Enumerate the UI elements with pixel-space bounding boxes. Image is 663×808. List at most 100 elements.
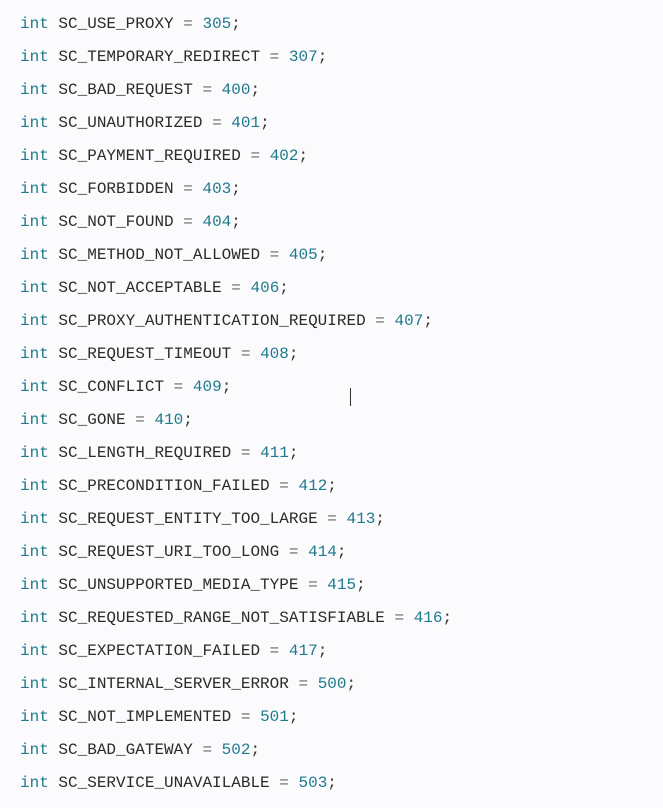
constant-identifier: SC_USE_PROXY [58, 15, 173, 33]
numeric-literal: 412 [298, 477, 327, 495]
code-line[interactable]: int SC_PAYMENT_REQUIRED = 402; [20, 140, 643, 173]
constant-identifier: SC_EXPECTATION_FAILED [58, 642, 260, 660]
code-line[interactable]: int SC_PROXY_AUTHENTICATION_REQUIRED = 4… [20, 305, 643, 338]
numeric-literal: 501 [260, 708, 289, 726]
numeric-literal: 413 [347, 510, 376, 528]
type-keyword: int [20, 609, 49, 627]
constant-identifier: SC_PRECONDITION_FAILED [58, 477, 269, 495]
constant-identifier: SC_LENGTH_REQUIRED [58, 444, 231, 462]
type-keyword: int [20, 675, 49, 693]
semicolon: ; [250, 741, 260, 759]
semicolon: ; [289, 444, 299, 462]
type-keyword: int [20, 510, 49, 528]
assignment-operator: = [270, 642, 280, 660]
code-line[interactable]: int SC_REQUEST_TIMEOUT = 408; [20, 338, 643, 371]
semicolon: ; [327, 774, 337, 792]
code-line[interactable]: int SC_INTERNAL_SERVER_ERROR = 500; [20, 668, 643, 701]
semicolon: ; [289, 708, 299, 726]
code-line[interactable]: int SC_FORBIDDEN = 403; [20, 173, 643, 206]
constant-identifier: SC_INTERNAL_SERVER_ERROR [58, 675, 288, 693]
code-line[interactable]: int SC_UNAUTHORIZED = 401; [20, 107, 643, 140]
code-line[interactable]: int SC_METHOD_NOT_ALLOWED = 405; [20, 239, 643, 272]
constant-identifier: SC_REQUEST_ENTITY_TOO_LARGE [58, 510, 317, 528]
type-keyword: int [20, 708, 49, 726]
semicolon: ; [289, 345, 299, 363]
code-line[interactable]: int SC_USE_PROXY = 305; [20, 8, 643, 41]
assignment-operator: = [241, 708, 251, 726]
constant-identifier: SC_SERVICE_UNAVAILABLE [58, 774, 269, 792]
numeric-literal: 408 [260, 345, 289, 363]
semicolon: ; [327, 477, 337, 495]
code-line[interactable]: int SC_TEMPORARY_REDIRECT = 307; [20, 41, 643, 74]
code-line[interactable]: int SC_PRECONDITION_FAILED = 412; [20, 470, 643, 503]
constant-identifier: SC_REQUEST_URI_TOO_LONG [58, 543, 279, 561]
code-line[interactable]: int SC_REQUEST_URI_TOO_LONG = 414; [20, 536, 643, 569]
assignment-operator: = [202, 81, 212, 99]
semicolon: ; [337, 543, 347, 561]
assignment-operator: = [183, 15, 193, 33]
numeric-literal: 415 [327, 576, 356, 594]
numeric-literal: 503 [298, 774, 327, 792]
type-keyword: int [20, 48, 49, 66]
assignment-operator: = [183, 213, 193, 231]
type-keyword: int [20, 279, 49, 297]
numeric-literal: 410 [154, 411, 183, 429]
constant-identifier: SC_REQUEST_TIMEOUT [58, 345, 231, 363]
semicolon: ; [231, 180, 241, 198]
type-keyword: int [20, 213, 49, 231]
code-line[interactable]: int SC_REQUEST_ENTITY_TOO_LARGE = 413; [20, 503, 643, 536]
type-keyword: int [20, 642, 49, 660]
assignment-operator: = [394, 609, 404, 627]
assignment-operator: = [375, 312, 385, 330]
type-keyword: int [20, 411, 49, 429]
type-keyword: int [20, 378, 49, 396]
type-keyword: int [20, 576, 49, 594]
semicolon: ; [231, 15, 241, 33]
numeric-literal: 401 [231, 114, 260, 132]
code-line[interactable]: int SC_LENGTH_REQUIRED = 411; [20, 437, 643, 470]
code-line[interactable]: int SC_UNSUPPORTED_MEDIA_TYPE = 415; [20, 569, 643, 602]
text-cursor-icon [350, 388, 351, 406]
code-editor-viewport[interactable]: int SC_USE_PROXY = 305;int SC_TEMPORARY_… [20, 8, 643, 800]
constant-identifier: SC_UNAUTHORIZED [58, 114, 202, 132]
constant-identifier: SC_NOT_ACCEPTABLE [58, 279, 221, 297]
type-keyword: int [20, 345, 49, 363]
semicolon: ; [347, 675, 357, 693]
numeric-literal: 400 [222, 81, 251, 99]
semicolon: ; [375, 510, 385, 528]
code-line[interactable]: int SC_GONE = 410; [20, 404, 643, 437]
numeric-literal: 402 [270, 147, 299, 165]
assignment-operator: = [241, 345, 251, 363]
numeric-literal: 403 [202, 180, 231, 198]
code-line[interactable]: int SC_NOT_FOUND = 404; [20, 206, 643, 239]
assignment-operator: = [308, 576, 318, 594]
semicolon: ; [423, 312, 433, 330]
numeric-literal: 307 [289, 48, 318, 66]
semicolon: ; [299, 147, 309, 165]
constant-identifier: SC_CONFLICT [58, 378, 164, 396]
code-line[interactable]: int SC_EXPECTATION_FAILED = 417; [20, 635, 643, 668]
code-line[interactable]: int SC_CONFLICT = 409; [20, 371, 643, 404]
type-keyword: int [20, 477, 49, 495]
code-line[interactable]: int SC_NOT_ACCEPTABLE = 406; [20, 272, 643, 305]
code-line[interactable]: int SC_REQUESTED_RANGE_NOT_SATISFIABLE =… [20, 602, 643, 635]
numeric-literal: 305 [202, 15, 231, 33]
code-line[interactable]: int SC_SERVICE_UNAVAILABLE = 503; [20, 767, 643, 800]
code-line[interactable]: int SC_BAD_GATEWAY = 502; [20, 734, 643, 767]
semicolon: ; [250, 81, 260, 99]
assignment-operator: = [183, 180, 193, 198]
code-line[interactable]: int SC_BAD_REQUEST = 400; [20, 74, 643, 107]
semicolon: ; [318, 246, 328, 264]
semicolon: ; [318, 48, 328, 66]
type-keyword: int [20, 81, 49, 99]
numeric-literal: 406 [250, 279, 279, 297]
code-line[interactable]: int SC_NOT_IMPLEMENTED = 501; [20, 701, 643, 734]
assignment-operator: = [298, 675, 308, 693]
assignment-operator: = [279, 774, 289, 792]
type-keyword: int [20, 774, 49, 792]
type-keyword: int [20, 741, 49, 759]
constant-identifier: SC_PROXY_AUTHENTICATION_REQUIRED [58, 312, 365, 330]
constant-identifier: SC_NOT_FOUND [58, 213, 173, 231]
constant-identifier: SC_TEMPORARY_REDIRECT [58, 48, 260, 66]
semicolon: ; [279, 279, 289, 297]
